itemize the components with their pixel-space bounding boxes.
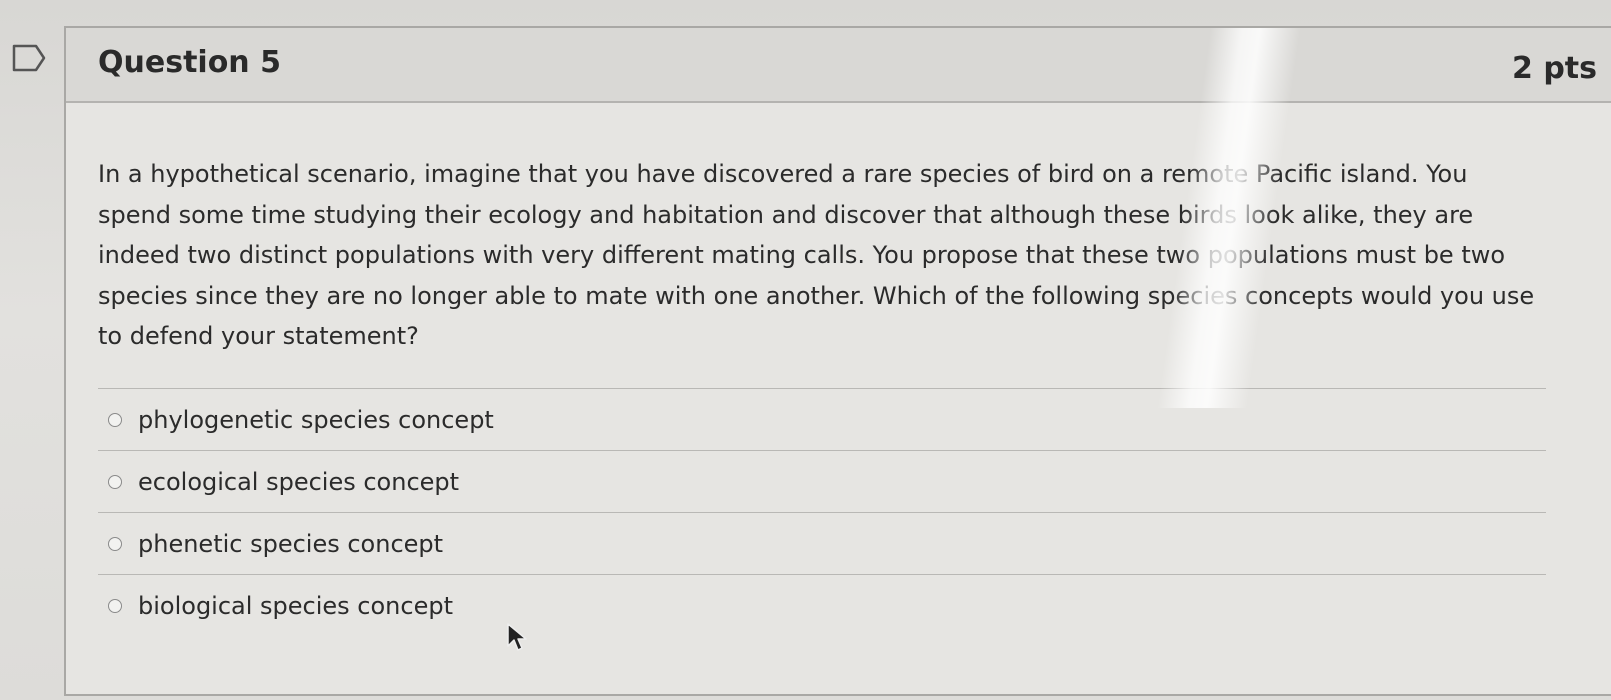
radio-button-icon[interactable] [108,412,122,427]
bookmark-flag-icon[interactable] [12,44,46,72]
answer-option-phylogenetic[interactable]: phylogenetic species concept [98,388,1546,450]
answer-option-ecological[interactable]: ecological species concept [98,450,1546,512]
quiz-page: Question 5 2 pts In a hypothetical scena… [0,0,1611,700]
answer-list: phylogenetic species concept ecological … [98,388,1546,636]
answer-label: phylogenetic species concept [138,405,494,434]
radio-button-icon[interactable] [108,474,122,489]
question-text: In a hypothetical scenario, imagine that… [98,160,1535,350]
answer-option-biological[interactable]: biological species concept [98,574,1546,636]
answer-option-phenetic[interactable]: phenetic species concept [98,512,1546,574]
radio-button-icon[interactable] [108,598,122,613]
mouse-pointer-icon [507,623,527,651]
question-points: 2 pts [1512,51,1597,86]
answer-label: phenetic species concept [138,529,444,558]
answer-label: biological species concept [138,591,453,620]
answer-label: ecological species concept [138,467,460,496]
question-title: Question 5 [98,45,281,80]
radio-button-icon[interactable] [108,536,122,551]
question-card: Question 5 2 pts In a hypothetical scena… [64,26,1611,696]
question-header: Question 5 2 pts [66,28,1611,103]
